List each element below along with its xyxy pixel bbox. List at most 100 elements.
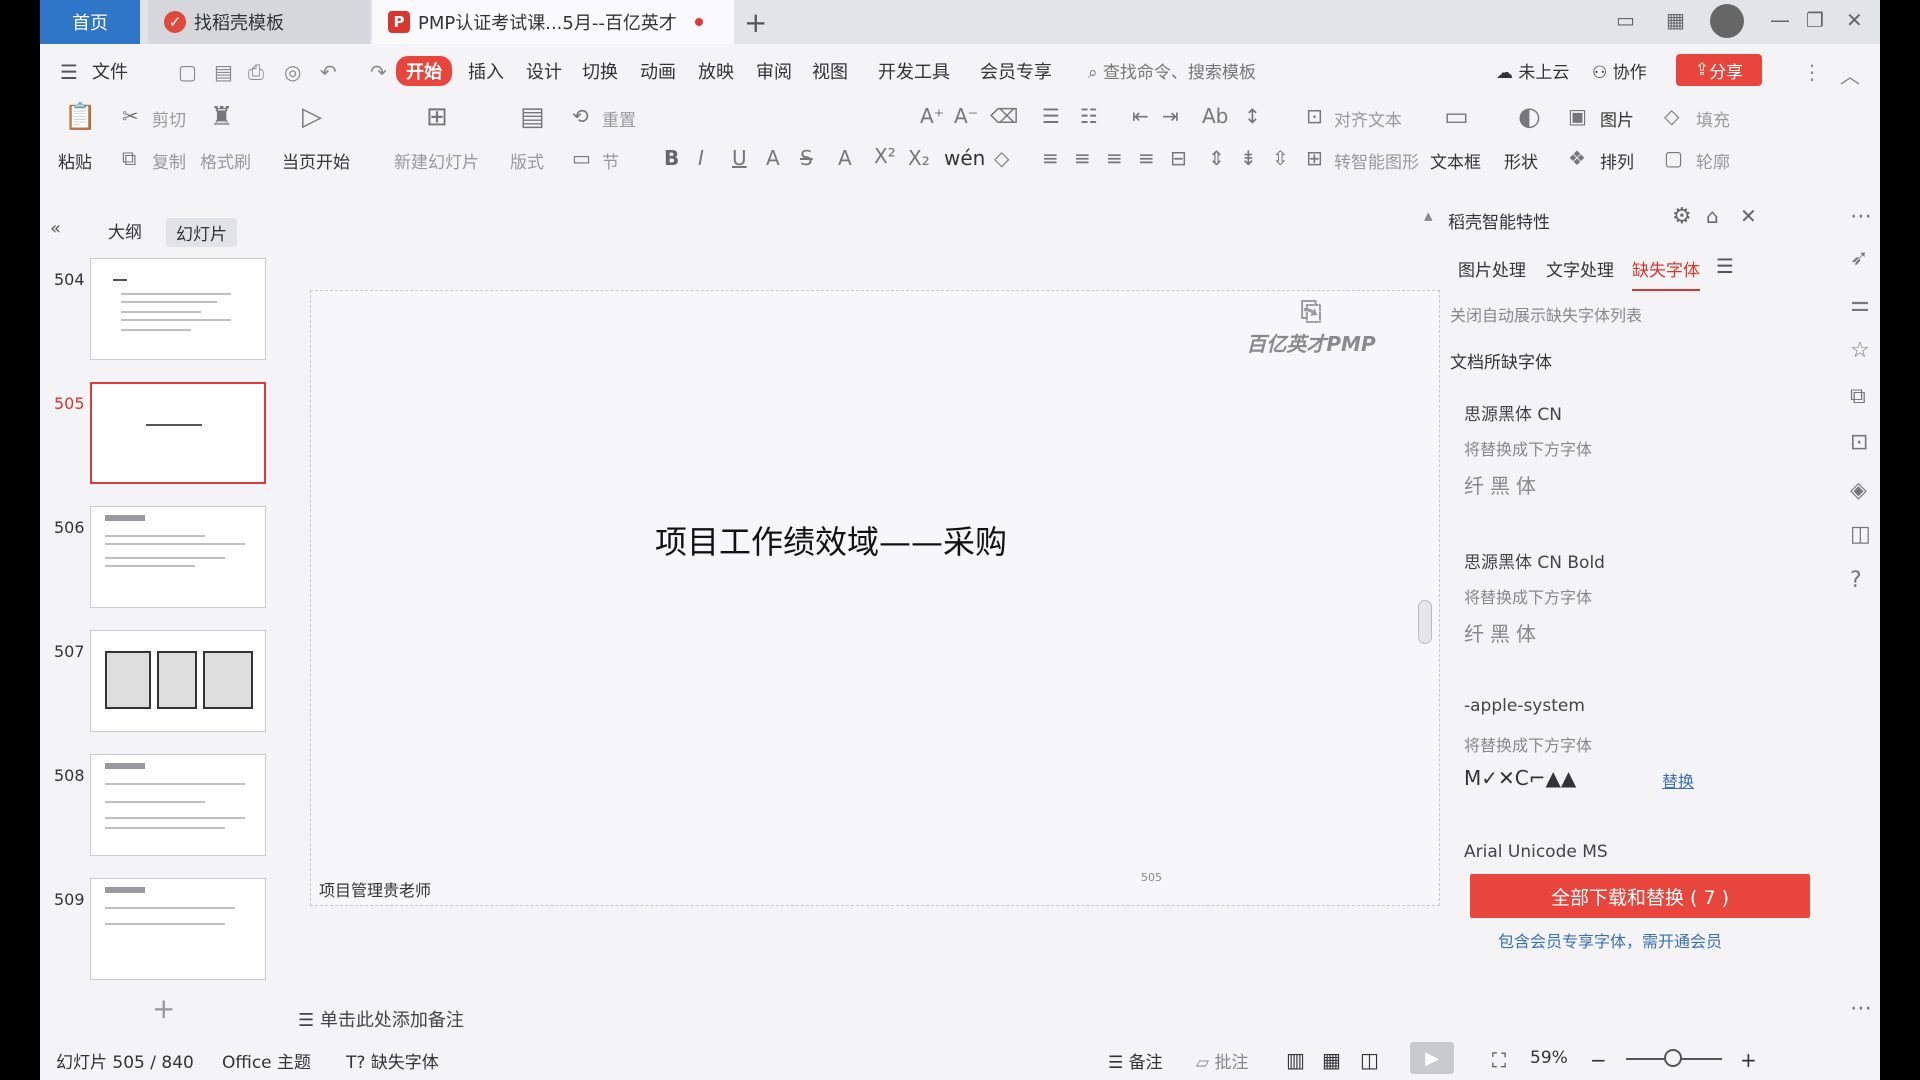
play-from-current-button[interactable]: 当页开始 — [282, 148, 350, 173]
undo-icon[interactable]: ↶ — [320, 60, 337, 84]
align-right-icon[interactable]: ≡ — [1106, 146, 1123, 170]
smart-features-icon[interactable]: ◈ — [1850, 478, 1867, 503]
slide-thumbnail[interactable] — [90, 258, 266, 360]
menu-developer[interactable]: 开发工具 — [878, 58, 950, 84]
slide-footer[interactable]: 项目管理贵老师 — [319, 877, 431, 901]
hamburger-icon[interactable]: ☰ — [60, 60, 78, 84]
picture-icon[interactable]: ▣ — [1568, 104, 1587, 128]
add-slide-icon[interactable]: + — [152, 992, 175, 1025]
layout-button[interactable]: 版式 — [510, 148, 544, 173]
increase-font-icon[interactable]: A⁺ — [920, 104, 944, 128]
menu-insert[interactable]: 插入 — [468, 58, 504, 84]
layout-icon[interactable]: ▭ — [1616, 8, 1635, 32]
align-center-icon[interactable]: ≡ — [1074, 146, 1091, 170]
menu-review[interactable]: 审阅 — [756, 58, 792, 84]
rocket-icon[interactable]: ➶ — [1850, 246, 1868, 271]
close-auto-list-link[interactable]: 关闭自动展示缺失字体列表 — [1450, 302, 1642, 326]
distribute-icon[interactable]: ⊟ — [1170, 146, 1187, 170]
align-text-button[interactable]: 对齐文本 — [1334, 106, 1402, 131]
arrange-button[interactable]: 排列 — [1600, 148, 1634, 173]
clear-format-icon[interactable]: ◇ — [994, 146, 1009, 170]
fill-button[interactable]: 填充 — [1696, 106, 1730, 131]
bold-icon[interactable]: B — [664, 146, 679, 170]
tab-template[interactable]: ✓ 找稻壳模板 — [148, 0, 370, 44]
underline-icon[interactable]: U — [732, 146, 747, 170]
number-list-icon[interactable]: ☷ — [1080, 104, 1098, 128]
tab-slides[interactable]: 幻灯片 — [166, 218, 237, 247]
replacement-font[interactable]: 纤黑体 — [1464, 618, 1542, 647]
collapse-panel-icon[interactable]: « — [50, 218, 61, 239]
fill-icon[interactable]: ◇ — [1664, 104, 1679, 128]
zoom-slider-handle[interactable] — [1664, 1049, 1682, 1067]
copy-button[interactable]: 复制 — [152, 148, 186, 173]
menu-transition[interactable]: 切换 — [582, 58, 618, 84]
print-icon[interactable]: ⎙ — [248, 60, 264, 84]
tab-text-processing[interactable]: 文字处理 — [1546, 256, 1614, 281]
new-tab-button[interactable]: + — [744, 6, 767, 39]
smart-shape-button[interactable]: 转智能图形 — [1334, 148, 1419, 173]
theme-name[interactable]: Office 主题 — [222, 1048, 311, 1073]
text-box-icon[interactable]: ▭ — [1444, 102, 1469, 132]
book-read-icon[interactable]: ◫ — [1850, 522, 1871, 547]
section-button[interactable]: 节 — [602, 148, 619, 173]
new-slide-icon[interactable]: ⊞ — [426, 102, 448, 132]
section-icon[interactable]: ▭ — [572, 146, 591, 170]
missing-font-status[interactable]: T? 缺失字体 — [346, 1048, 439, 1073]
replacement-font[interactable]: 纤黑体 — [1464, 470, 1542, 499]
line-spacing-icon[interactable]: ↕ — [1244, 104, 1261, 128]
reset-icon[interactable]: ⟲ — [572, 104, 589, 128]
tab-outline[interactable]: 大纲 — [108, 218, 142, 243]
close-panel-icon[interactable]: ✕ — [1740, 204, 1757, 228]
slide-thumbnail[interactable] — [90, 754, 266, 856]
fit-to-window-icon[interactable]: ⛶ — [1492, 1048, 1506, 1072]
outline-icon[interactable]: ▢ — [1664, 146, 1683, 170]
text-direction-icon[interactable]: Ab — [1202, 104, 1228, 128]
close-window-icon[interactable]: ✕ — [1846, 8, 1863, 32]
paste-button[interactable]: 粘贴 — [58, 148, 92, 173]
play-icon[interactable]: ▷ — [302, 102, 322, 132]
more-dots-icon[interactable]: ⋯ — [1850, 204, 1872, 229]
preview-icon[interactable]: ◎ — [284, 60, 301, 84]
zoom-in-icon[interactable]: + — [1740, 1048, 1757, 1072]
justify-icon[interactable]: ≡ — [1138, 146, 1155, 170]
phonetic-icon[interactable]: wén — [944, 146, 985, 170]
notes-input[interactable]: ☰ 单击此处添加备注 — [298, 1006, 464, 1032]
reset-button[interactable]: 重置 — [602, 106, 636, 131]
settings-icon[interactable]: ⚙ — [1672, 204, 1692, 229]
menu-view[interactable]: 视图 — [812, 58, 848, 84]
format-painter-button[interactable]: 格式刷 — [200, 148, 251, 173]
subscript-icon[interactable]: X₂ — [908, 146, 930, 170]
paste-icon[interactable]: 📋 — [64, 102, 96, 132]
outdent-icon[interactable]: ⇤ — [1132, 104, 1149, 128]
reading-view-icon[interactable]: ◫ — [1360, 1048, 1379, 1072]
command-search[interactable]: ⌕ 查找命令、搜索模板 — [1088, 58, 1256, 83]
copy-icon[interactable]: ⧉ — [1850, 384, 1866, 409]
share-button[interactable]: ⇪ 分享 — [1676, 54, 1762, 86]
slide-thumbnail-selected[interactable] — [90, 382, 266, 484]
panel-resize-handle[interactable] — [1418, 600, 1432, 644]
slide-thumbnail[interactable] — [90, 878, 266, 980]
star-icon[interactable]: ☆ — [1850, 338, 1870, 363]
bullet-list-icon[interactable]: ☰ — [1042, 104, 1060, 128]
strikethrough-icon[interactable]: S — [800, 146, 813, 170]
collaborate-button[interactable]: ⚇ 协作 — [1592, 58, 1647, 83]
tab-missing-fonts[interactable]: 缺失字体 — [1632, 256, 1700, 291]
minimize-icon[interactable]: — — [1770, 8, 1790, 32]
export-pdf-icon[interactable]: ▤ — [214, 60, 233, 84]
tab-home[interactable]: 首页 — [40, 0, 140, 44]
slide-sorter-icon[interactable]: ▦ — [1322, 1048, 1341, 1072]
panel-collapse-icon[interactable]: ▴ — [1424, 206, 1433, 226]
collapse-ribbon-icon[interactable]: ︿ — [1840, 60, 1860, 89]
text-box-button[interactable]: 文本框 — [1430, 148, 1481, 173]
download-all-button[interactable]: 全部下载和替换 ( 7 ) — [1470, 874, 1810, 918]
zoom-level[interactable]: 59% — [1530, 1048, 1568, 1068]
slide-thumbnail[interactable] — [90, 630, 266, 732]
menu-design[interactable]: 设计 — [526, 58, 562, 84]
help-icon[interactable]: ? — [1850, 568, 1862, 593]
font-color-icon[interactable]: A — [766, 146, 780, 170]
menu-member[interactable]: 会员专享 — [980, 58, 1052, 84]
eraser-icon[interactable]: ⌫ — [990, 104, 1018, 128]
menu-file[interactable]: 文件 — [92, 58, 128, 84]
shape-icon[interactable]: ◐ — [1518, 102, 1541, 132]
align-left-icon[interactable]: ≡ — [1042, 146, 1059, 170]
